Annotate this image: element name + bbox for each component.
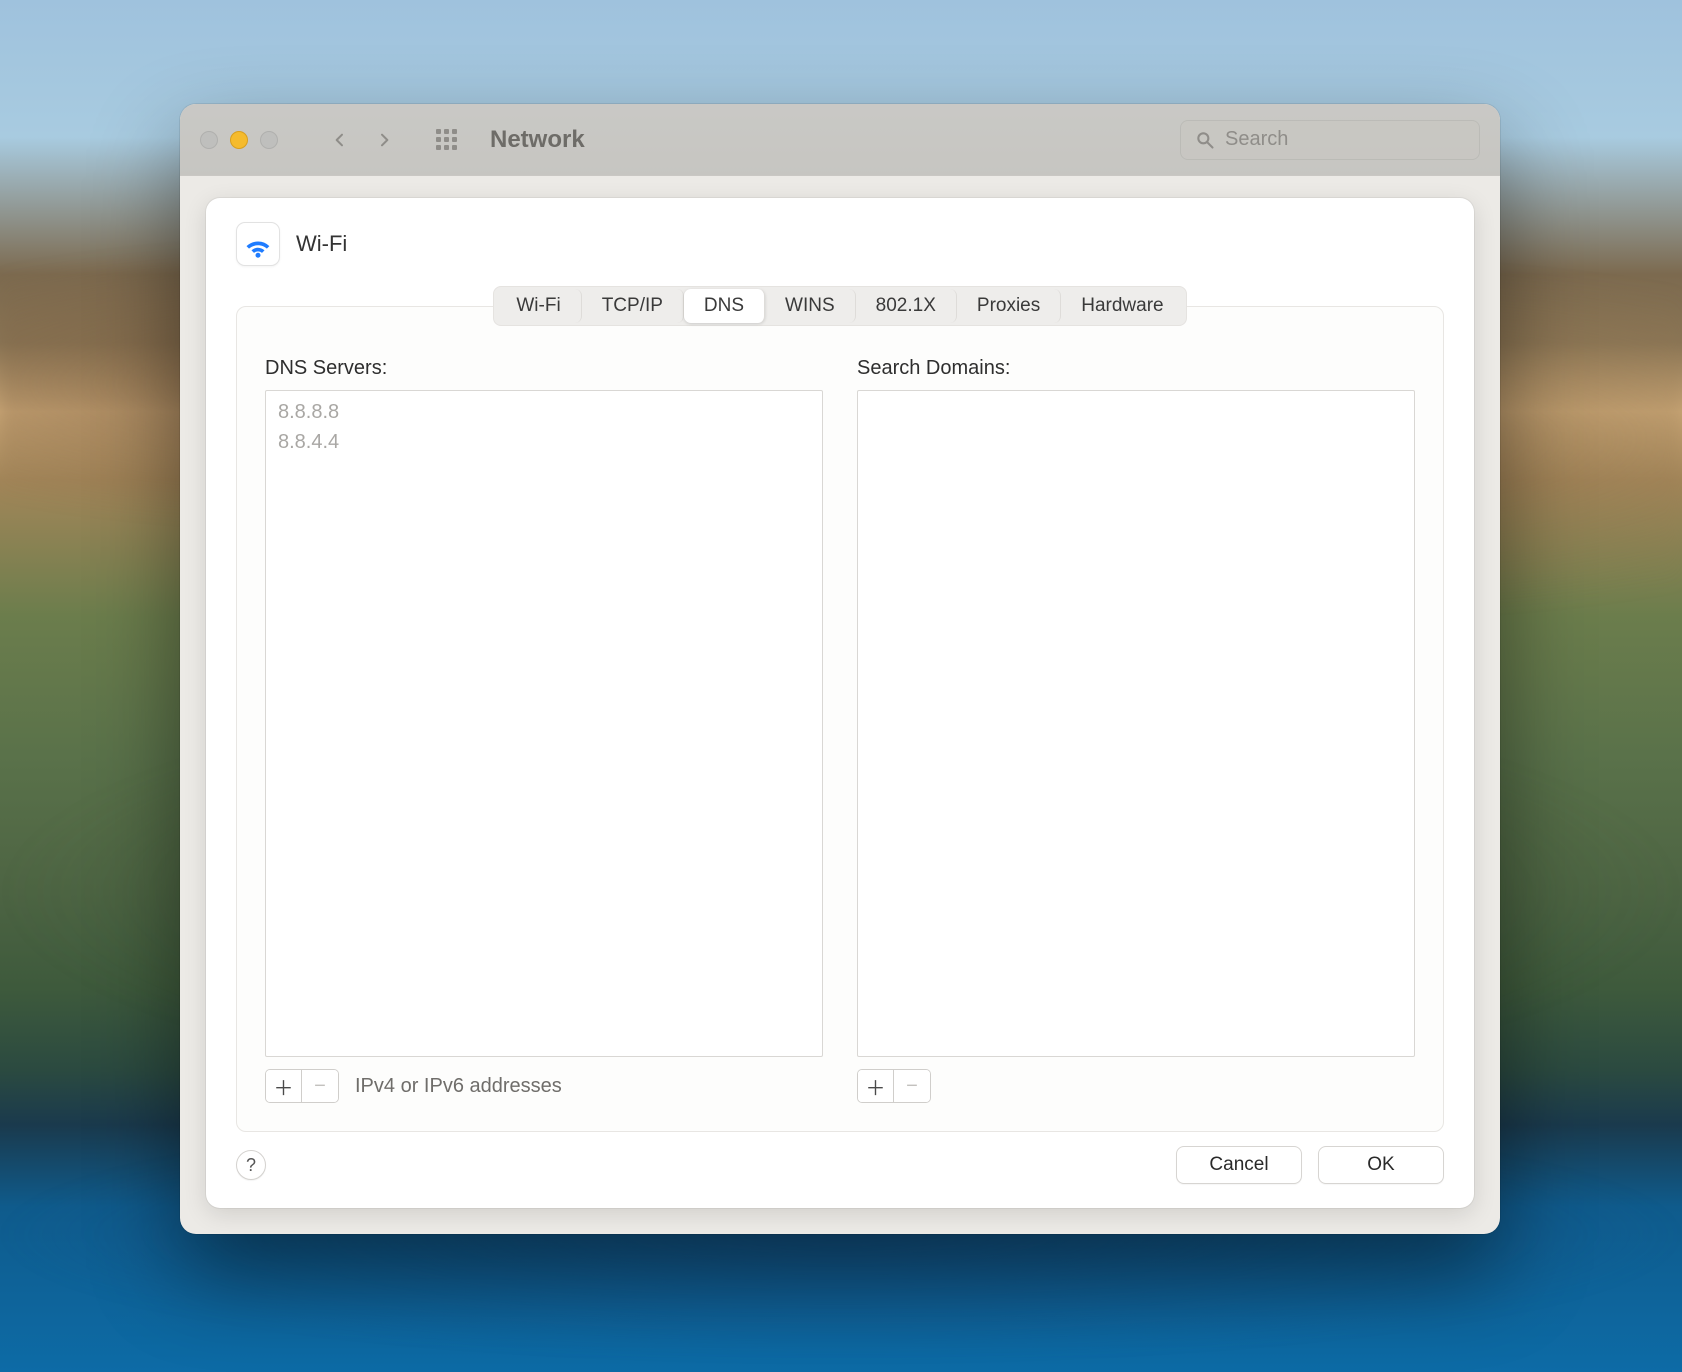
tab-segmented-control: Wi-FiTCP/IPDNSWINS802.1XProxiesHardware (493, 286, 1186, 326)
dns-panel: DNS Servers: 8.8.8.88.8.4.4 ＋ − IPv4 or … (236, 306, 1444, 1132)
search-placeholder: Search (1225, 128, 1288, 151)
minimize-window-button[interactable] (230, 131, 248, 149)
dns-server-row[interactable]: 8.8.4.4 (278, 427, 810, 457)
sheet-footer: ? Cancel OK (206, 1132, 1474, 1188)
dns-servers-label: DNS Servers: (265, 357, 823, 380)
dns-servers-listbox[interactable]: 8.8.8.88.8.4.4 (265, 390, 823, 1057)
back-icon[interactable] (332, 132, 348, 148)
search-field[interactable]: Search (1180, 120, 1480, 160)
remove-search-domain-button[interactable]: − (894, 1070, 930, 1102)
search-domains-add-remove: ＋ − (857, 1069, 931, 1103)
close-window-button[interactable] (200, 131, 218, 149)
ok-button[interactable]: OK (1318, 1146, 1444, 1184)
cancel-button[interactable]: Cancel (1176, 1146, 1302, 1184)
preferences-window: Network Search Wi-Fi Wi-FiTCP/IPDNSWINS8… (180, 104, 1500, 1234)
tab-802-1x[interactable]: 802.1X (856, 289, 957, 323)
traffic-lights (200, 131, 278, 149)
dns-servers-column: DNS Servers: 8.8.8.88.8.4.4 ＋ − IPv4 or … (265, 357, 823, 1103)
wifi-icon (236, 222, 280, 266)
window-titlebar: Network Search (180, 104, 1500, 176)
remove-dns-server-button[interactable]: − (302, 1070, 338, 1102)
tab-wi-fi[interactable]: Wi-Fi (496, 289, 581, 323)
interface-name: Wi-Fi (296, 231, 347, 257)
add-search-domain-button[interactable]: ＋ (858, 1070, 894, 1102)
sheet-header: Wi-Fi (206, 222, 1474, 280)
tab-wins[interactable]: WINS (765, 289, 856, 323)
search-icon (1195, 130, 1215, 150)
help-button[interactable]: ? (236, 1150, 266, 1180)
tab-tcp-ip[interactable]: TCP/IP (582, 289, 684, 323)
dns-servers-add-remove: ＋ − (265, 1069, 339, 1103)
zoom-window-button[interactable] (260, 131, 278, 149)
search-domains-listbox[interactable] (857, 390, 1415, 1057)
tab-hardware[interactable]: Hardware (1061, 289, 1183, 323)
tab-dns[interactable]: DNS (684, 289, 765, 323)
window-title: Network (490, 126, 585, 154)
dns-hint: IPv4 or IPv6 addresses (355, 1075, 562, 1098)
nav-buttons (332, 132, 392, 148)
tab-proxies[interactable]: Proxies (957, 289, 1061, 323)
show-all-icon[interactable] (436, 129, 458, 151)
advanced-settings-sheet: Wi-Fi Wi-FiTCP/IPDNSWINS802.1XProxiesHar… (206, 198, 1474, 1208)
forward-icon[interactable] (376, 132, 392, 148)
dns-server-row[interactable]: 8.8.8.8 (278, 397, 810, 427)
search-domains-label: Search Domains: (857, 357, 1415, 380)
add-dns-server-button[interactable]: ＋ (266, 1070, 302, 1102)
search-domains-column: Search Domains: ＋ − (857, 357, 1415, 1103)
